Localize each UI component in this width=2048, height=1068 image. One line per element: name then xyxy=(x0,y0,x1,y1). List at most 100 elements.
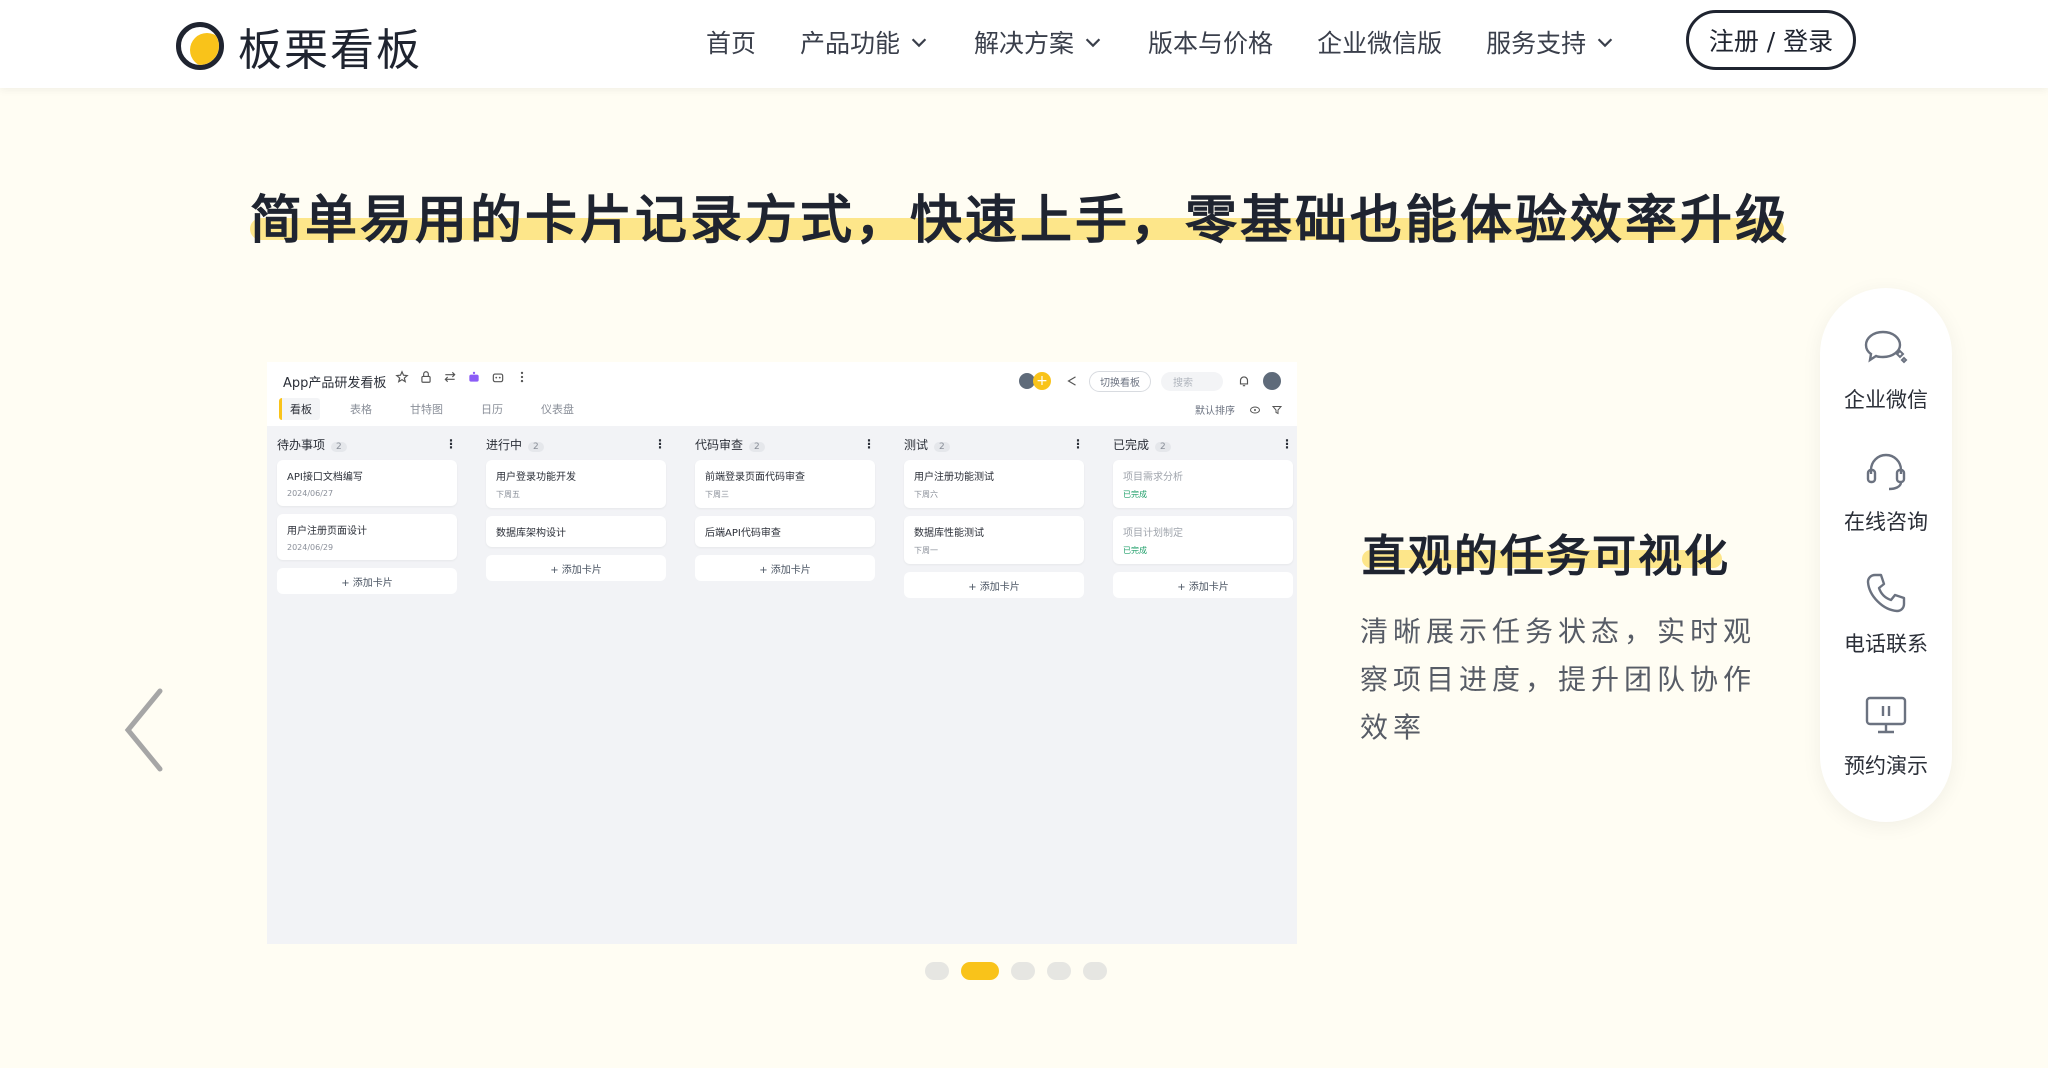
kanban-card[interactable]: 用户注册功能测试 下周六 xyxy=(904,460,1084,508)
tab-dashboard[interactable]: 仪表盘 xyxy=(533,398,582,420)
card-title: API接口文档编写 xyxy=(287,472,363,483)
column-count: 2 xyxy=(331,441,347,452)
column-count: 2 xyxy=(749,441,765,452)
headset-icon xyxy=(1866,453,1906,491)
carousel-pagination xyxy=(925,962,1119,980)
slide-description: 清晰展示任务状态，实时观察项目进度，提升团队协作效率 xyxy=(1360,615,1757,744)
more-vertical-icon[interactable]: ⋮ xyxy=(654,437,666,451)
tab-gantt[interactable]: 甘特图 xyxy=(402,398,451,420)
kanban-column: 代码审查 2 ⋮ 前端登录页面代码审查 下周三 后端API代码审查 + 添加卡片 xyxy=(695,434,875,598)
side-item-wecom[interactable]: 企业微信 xyxy=(1820,324,1952,424)
login-button[interactable]: 注册 / 登录 xyxy=(1686,10,1856,70)
more-vertical-icon[interactable]: ⋮ xyxy=(1072,437,1084,451)
nav-item-label: 服务支持 xyxy=(1486,29,1587,58)
nav-item-wecom[interactable]: 企业微信版 xyxy=(1317,20,1442,64)
card-meta: 下周六 xyxy=(914,490,938,499)
card-meta: 下周三 xyxy=(705,490,729,499)
board-search-input[interactable]: 搜索 xyxy=(1161,371,1223,391)
bell-icon[interactable] xyxy=(1237,374,1251,388)
kanban-card[interactable]: 用户注册页面设计 2024/06/29 xyxy=(277,514,457,560)
card-status: 已完成 xyxy=(1123,546,1147,555)
side-item-label: 电话联系 xyxy=(1844,632,1928,656)
card-title: 用户注册功能测试 xyxy=(914,472,994,483)
nav-item-product[interactable]: 产品功能 xyxy=(800,20,930,64)
nav-item-label: 解决方案 xyxy=(974,29,1075,58)
add-member-icon[interactable]: + xyxy=(1033,372,1051,390)
nav-item-label: 首页 xyxy=(706,29,757,58)
tab-calendar[interactable]: 日历 xyxy=(473,398,511,420)
kanban-column: 进行中 2 ⋮ 用户登录功能开发 下周五 数据库架构设计 + 添加卡片 xyxy=(486,434,666,598)
carousel-dot[interactable] xyxy=(925,962,949,980)
tab-table[interactable]: 表格 xyxy=(342,398,380,420)
board-actions: + 切换看板 搜索 xyxy=(1017,370,1283,392)
nav-item-pricing[interactable]: 版本与价格 xyxy=(1148,20,1273,64)
nav-item-home[interactable]: 首页 xyxy=(706,20,756,64)
chat-bubbles-icon xyxy=(1864,330,1908,364)
carousel-dot[interactable] xyxy=(1011,962,1035,980)
add-card-button[interactable]: + 添加卡片 xyxy=(277,568,457,594)
more-vertical-icon[interactable]: ⋮ xyxy=(863,437,875,451)
kanban-columns: 待办事项 2 ⋮ API接口文档编写 2024/06/27 用户注册页面设计 2024/… xyxy=(277,434,1293,598)
more-vertical-icon[interactable] xyxy=(515,370,529,384)
share-icon[interactable] xyxy=(1065,374,1079,388)
column-header: 进行中 2 ⋮ xyxy=(486,434,666,454)
sort-control[interactable]: 默认排序 xyxy=(1195,402,1283,417)
card-title: 前端登录页面代码审查 xyxy=(705,472,805,483)
slide-heading: 直观的任务可视化 xyxy=(1362,520,1730,584)
contact-side-panel: 企业微信 在线咨询 电话联系 预约演示 xyxy=(1820,288,1952,822)
kanban-screenshot: App产品研发看板 看板 表格 甘特图 日历 仪表盘 + 切换看板 搜索 默认排… xyxy=(267,362,1297,944)
chevron-down-icon xyxy=(1597,38,1613,48)
switch-board-button[interactable]: 切换看板 xyxy=(1089,370,1151,392)
add-card-button[interactable]: + 添加卡片 xyxy=(695,555,875,581)
side-item-label: 企业微信 xyxy=(1844,388,1928,412)
lock-icon[interactable] xyxy=(419,370,433,384)
kanban-card[interactable]: 前端登录页面代码审查 下周三 xyxy=(695,460,875,508)
filter-icon[interactable] xyxy=(1271,404,1283,416)
column-title: 已完成 xyxy=(1113,437,1150,452)
column-header: 待办事项 2 ⋮ xyxy=(277,434,457,454)
carousel-dot[interactable] xyxy=(1047,962,1071,980)
kanban-column: 已完成 2 ⋮ 项目需求分析 已完成 项目计划制定 已完成 + 添加卡片 xyxy=(1113,434,1293,598)
kanban-card[interactable]: 项目需求分析 已完成 xyxy=(1113,460,1293,508)
star-icon[interactable] xyxy=(395,370,409,384)
kanban-card[interactable]: 数据库性能测试 下周一 xyxy=(904,516,1084,564)
kanban-card[interactable]: 项目计划制定 已完成 xyxy=(1113,516,1293,564)
more-vertical-icon[interactable]: ⋮ xyxy=(1281,437,1293,451)
nav-item-solutions[interactable]: 解决方案 xyxy=(974,20,1104,64)
side-item-phone[interactable]: 电话联系 xyxy=(1820,568,1952,668)
kanban-card[interactable]: 用户登录功能开发 下周五 xyxy=(486,460,666,508)
column-header: 已完成 2 ⋮ xyxy=(1113,434,1293,454)
avatar[interactable] xyxy=(1261,370,1283,392)
eye-icon[interactable] xyxy=(1249,404,1261,416)
nav-item-support[interactable]: 服务支持 xyxy=(1486,20,1616,64)
slide-heading-text: 直观的任务可视化 xyxy=(1362,531,1730,582)
card-status: 已完成 xyxy=(1123,490,1147,499)
kanban-column: 测试 2 ⋮ 用户注册功能测试 下周六 数据库性能测试 下周一 + 添加卡片 xyxy=(904,434,1084,598)
phone-icon xyxy=(1866,573,1906,613)
brand-logo[interactable]: 板栗看板 xyxy=(176,14,422,78)
kanban-card[interactable]: 后端API代码审查 xyxy=(695,516,875,547)
add-card-button[interactable]: + 添加卡片 xyxy=(1113,572,1293,598)
magic-icon[interactable] xyxy=(467,370,481,384)
side-item-label: 在线咨询 xyxy=(1844,510,1928,534)
tab-label: 表格 xyxy=(350,403,372,416)
logo-mark-icon xyxy=(176,22,224,70)
hero-title: 简单易用的卡片记录方式，快速上手，零基础也能体验效率升级 xyxy=(250,178,1791,251)
chevron-left-icon[interactable] xyxy=(120,685,170,775)
tab-kanban[interactable]: 看板 xyxy=(279,398,320,420)
robot-icon[interactable] xyxy=(491,370,505,384)
nav-item-label: 版本与价格 xyxy=(1148,29,1274,58)
side-item-demo[interactable]: 预约演示 xyxy=(1820,690,1952,790)
side-item-online-consult[interactable]: 在线咨询 xyxy=(1820,446,1952,546)
carousel-dot-active[interactable] xyxy=(961,962,999,980)
more-vertical-icon[interactable]: ⋮ xyxy=(445,437,457,451)
hero-title-text: 简单易用的卡片记录方式，快速上手，零基础也能体验效率升级 xyxy=(250,191,1791,251)
swap-icon[interactable] xyxy=(443,370,457,384)
nav-item-label: 产品功能 xyxy=(800,29,901,58)
view-tabs: 看板 表格 甘特图 日历 仪表盘 xyxy=(279,398,604,420)
add-card-button[interactable]: + 添加卡片 xyxy=(486,555,666,581)
add-card-button[interactable]: + 添加卡片 xyxy=(904,572,1084,598)
kanban-card[interactable]: 数据库架构设计 xyxy=(486,516,666,547)
kanban-card[interactable]: API接口文档编写 2024/06/27 xyxy=(277,460,457,506)
carousel-dot[interactable] xyxy=(1083,962,1107,980)
